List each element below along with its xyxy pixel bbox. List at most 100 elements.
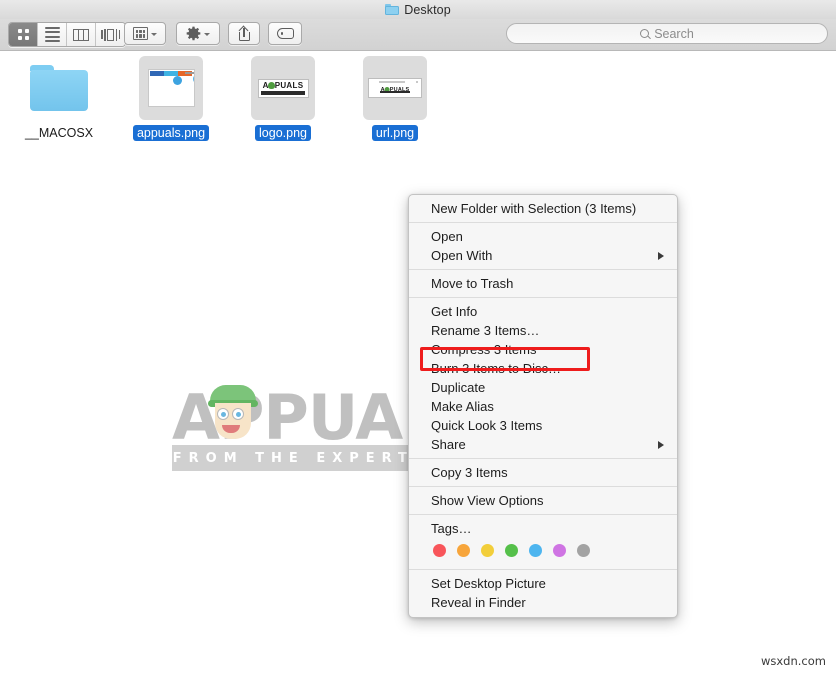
tag-dot-red[interactable] [433, 544, 446, 557]
search-placeholder: Search [654, 27, 694, 41]
search-input[interactable]: Search [506, 23, 828, 44]
appuals-watermark: APPUALS FROM THE EXPERTS! [172, 383, 444, 475]
menu-item-label: Quick Look 3 Items [431, 418, 665, 433]
chevron-down-icon [204, 33, 210, 36]
folder-icon [30, 65, 88, 111]
file-label: __MACOSX [21, 125, 97, 141]
columns-icon [73, 29, 89, 41]
context-menu[interactable]: New Folder with Selection (3 Items) Open… [408, 194, 678, 618]
tag-dot-green[interactable] [505, 544, 518, 557]
menu-item-burn-3-items-to-disc[interactable]: Burn 3 Items to Disc… [409, 359, 677, 378]
menu-item-compress-3-items[interactable]: Compress 3 Items [409, 340, 677, 359]
window-title-group: Desktop [385, 3, 451, 17]
menu-separator [409, 222, 677, 223]
arrange-by-button[interactable] [124, 22, 166, 45]
image-thumbnail-icon: APUALS [258, 79, 309, 98]
menu-item-label: Show View Options [431, 493, 665, 508]
tag-dot-orange[interactable] [457, 544, 470, 557]
tag-dot-yellow[interactable] [481, 544, 494, 557]
menu-item-label: Burn 3 Items to Disc… [431, 361, 665, 376]
file-item-appuals-png[interactable]: appuals.png [115, 56, 227, 142]
tag-color-row[interactable] [409, 538, 677, 565]
file-label: logo.png [255, 125, 311, 141]
menu-item-label: Copy 3 Items [431, 465, 665, 480]
menu-separator [409, 269, 677, 270]
menu-item-copy-3-items[interactable]: Copy 3 Items [409, 463, 677, 482]
menu-item-share[interactable]: Share [409, 435, 677, 454]
share-button[interactable] [228, 22, 260, 45]
image-thumbnail-icon: APUALS [368, 78, 422, 98]
menu-item-set-desktop-picture[interactable]: Set Desktop Picture [409, 574, 677, 593]
menu-separator [409, 569, 677, 570]
file-thumbnail [27, 56, 91, 120]
menu-item-label: Tags… [431, 521, 665, 536]
menu-item-label: Make Alias [431, 399, 665, 414]
file-item-url-png[interactable]: APUALS url.png [339, 56, 451, 142]
chevron-down-icon [151, 33, 157, 36]
gear-icon [186, 26, 201, 41]
menu-item-label: Open [431, 229, 665, 244]
coverflow-icon [101, 28, 120, 41]
menu-separator [409, 458, 677, 459]
menu-item-label: Move to Trash [431, 276, 665, 291]
menu-item-label: Open With [431, 248, 658, 263]
view-mode-gallery-button[interactable] [96, 23, 125, 46]
folder-icon [385, 4, 399, 15]
menu-item-duplicate[interactable]: Duplicate [409, 378, 677, 397]
file-browser-content: __MACOSX appuals.png APUALS [0, 51, 836, 674]
menu-item-open[interactable]: Open [409, 227, 677, 246]
edit-tags-button[interactable] [268, 22, 302, 45]
tag-icon [277, 28, 294, 39]
watermark-tagline: FROM THE EXPERTS! [172, 445, 444, 471]
grid-icon [18, 29, 29, 40]
menu-item-label: Get Info [431, 304, 665, 319]
chevron-right-icon [658, 252, 664, 260]
menu-item-rename-3-items[interactable]: Rename 3 Items… [409, 321, 677, 340]
tag-dot-purple[interactable] [553, 544, 566, 557]
menu-separator [409, 297, 677, 298]
file-thumbnail [139, 56, 203, 120]
menu-item-label: New Folder with Selection (3 Items) [431, 201, 665, 216]
menu-item-tags[interactable]: Tags… [409, 519, 677, 538]
file-item-logo-png[interactable]: APUALS logo.png [227, 56, 339, 142]
tag-dot-gray[interactable] [577, 544, 590, 557]
menu-item-label: Share [431, 437, 658, 452]
menu-item-get-info[interactable]: Get Info [409, 302, 677, 321]
view-mode-column-button[interactable] [67, 23, 96, 46]
menu-separator [409, 514, 677, 515]
window-titlebar: Desktop [0, 0, 836, 20]
action-menu-button[interactable] [176, 22, 220, 45]
file-label: appuals.png [133, 125, 209, 141]
finder-window: Desktop [0, 0, 836, 674]
watermark-mascot-icon [208, 383, 260, 445]
menu-item-label: Compress 3 Items [431, 342, 665, 357]
file-thumbnail: APUALS [251, 56, 315, 120]
view-mode-icon-button[interactable] [9, 23, 38, 46]
menu-item-label: Reveal in Finder [431, 595, 665, 610]
image-thumbnail-icon [148, 69, 195, 107]
menu-item-label: Rename 3 Items… [431, 323, 665, 338]
menu-item-make-alias[interactable]: Make Alias [409, 397, 677, 416]
menu-item-new-folder-with-selection[interactable]: New Folder with Selection (3 Items) [409, 199, 677, 218]
list-icon [45, 27, 60, 43]
chevron-right-icon [658, 441, 664, 449]
menu-item-label: Set Desktop Picture [431, 576, 665, 591]
menu-item-move-to-trash[interactable]: Move to Trash [409, 274, 677, 293]
tag-dot-blue[interactable] [529, 544, 542, 557]
page-title: Desktop [404, 3, 451, 17]
file-label: url.png [372, 125, 418, 141]
finder-toolbar: Search [0, 19, 836, 51]
menu-item-reveal-in-finder[interactable]: Reveal in Finder [409, 593, 677, 612]
file-item-macosx[interactable]: __MACOSX [3, 56, 115, 142]
menu-item-label: Duplicate [431, 380, 665, 395]
menu-item-show-view-options[interactable]: Show View Options [409, 491, 677, 510]
site-credit: wsxdn.com [761, 654, 826, 668]
share-icon [238, 26, 251, 41]
menu-item-open-with[interactable]: Open With [409, 246, 677, 265]
view-mode-list-button[interactable] [38, 23, 67, 46]
file-thumbnail: APUALS [363, 56, 427, 120]
search-icon [640, 29, 649, 38]
menu-separator [409, 486, 677, 487]
menu-item-quick-look-3-items[interactable]: Quick Look 3 Items [409, 416, 677, 435]
view-mode-segmented-control[interactable] [8, 22, 126, 47]
